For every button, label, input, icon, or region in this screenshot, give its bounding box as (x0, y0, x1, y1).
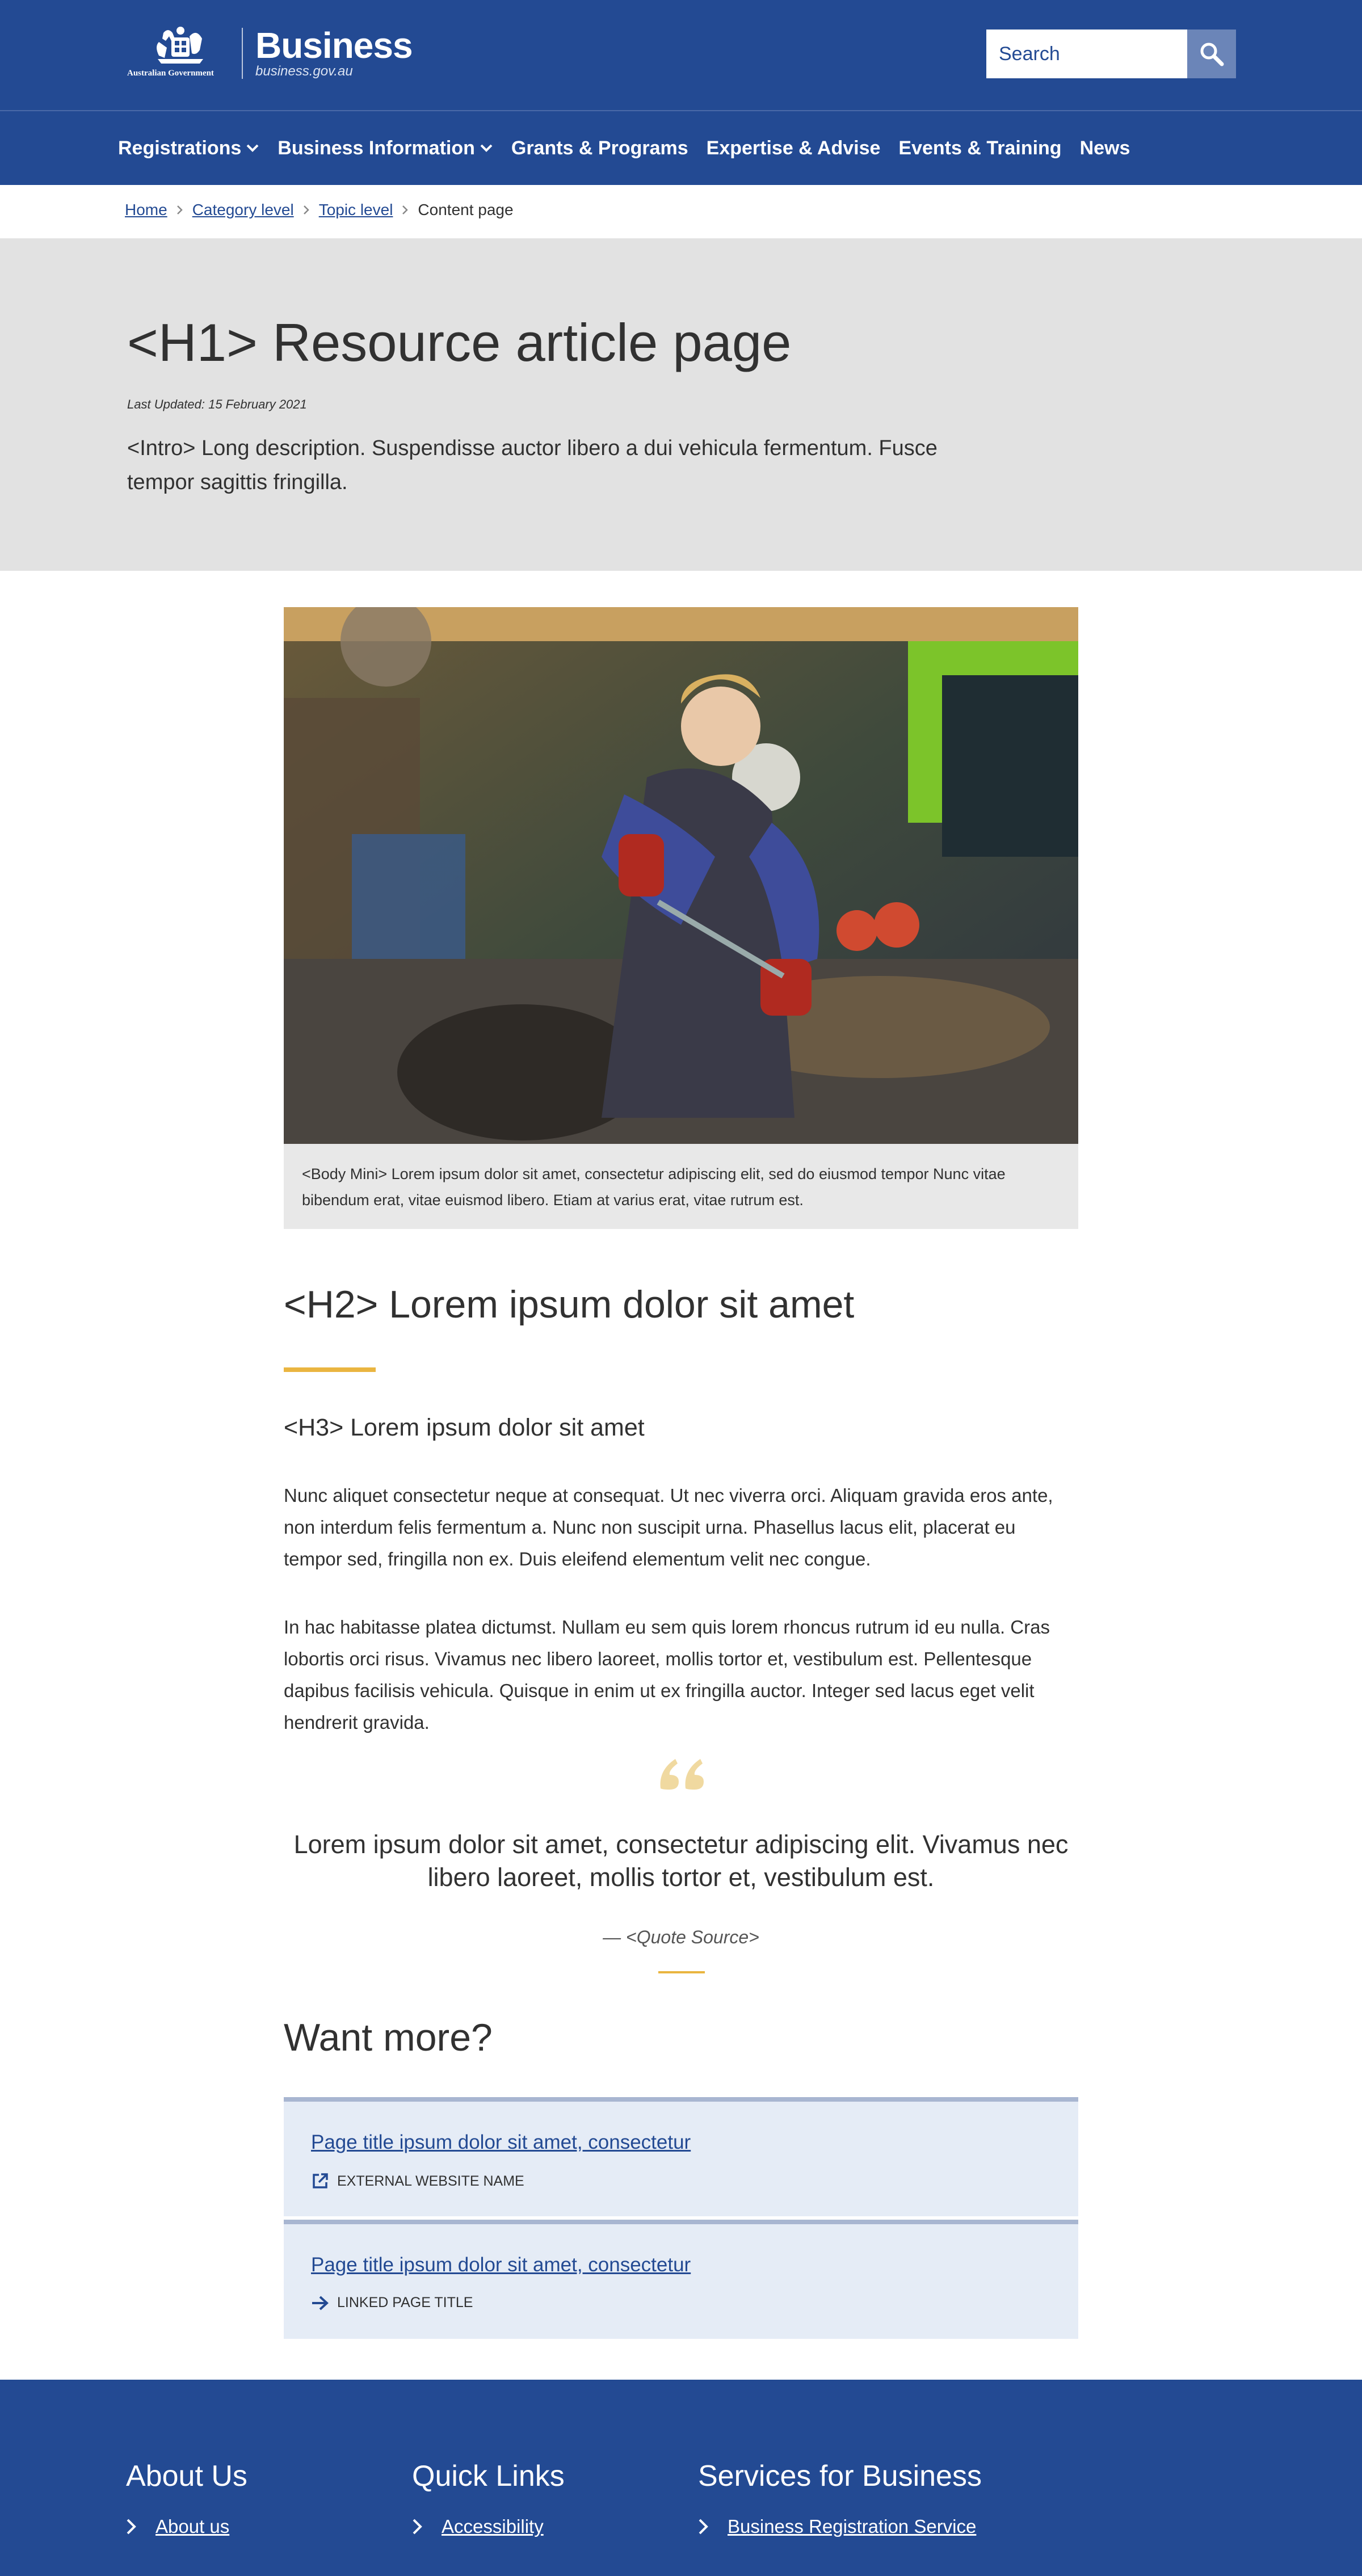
chevron-right-icon (402, 205, 409, 215)
nav-item-expertise-advise[interactable]: Expertise & Advise (707, 137, 881, 159)
nav-item-label: Grants & Programs (511, 137, 688, 159)
nav-item-events-training[interactable]: Events & Training (898, 137, 1061, 159)
chevron-right-icon (303, 205, 310, 215)
footer-link-label: Business Registration Service (728, 2516, 977, 2537)
nav-item-label: Events & Training (898, 137, 1062, 159)
want-more-heading: Want more? (284, 2016, 493, 2059)
hero-banner: <H1> Resource article page Last Updated:… (0, 238, 1362, 571)
related-link-meta: LINKED PAGE TITLE (311, 2295, 473, 2311)
footer-link-business-registration[interactable]: Business Registration Service (698, 2516, 982, 2537)
chevron-right-icon (699, 2519, 708, 2535)
search-button[interactable] (1187, 30, 1236, 78)
breadcrumb-current: Content page (418, 201, 514, 218)
related-link-card[interactable]: Page title ipsum dolor sit amet, consect… (284, 2097, 1078, 2216)
footer-link-about-us[interactable]: About us (126, 2516, 247, 2537)
quote-source: — <Quote Source> (603, 1927, 759, 1947)
last-updated: Last Updated: 15 February 2021 (127, 397, 307, 411)
article-image (284, 607, 1078, 1144)
breadcrumb-category-link[interactable]: Category level (192, 201, 294, 219)
subsection-heading: <H3> Lorem ipsum dolor sit amet (284, 1414, 645, 1441)
quote-accent-rule (658, 1971, 705, 1973)
related-link-title[interactable]: Page title ipsum dolor sit amet, consect… (311, 2254, 691, 2276)
nav-item-registrations[interactable]: Registrations (118, 137, 259, 159)
footer-column-services: Services for Business Business Registrat… (698, 2459, 982, 2537)
pull-quote: Lorem ipsum dolor sit amet, consectetur … (293, 1830, 1069, 1892)
chevron-right-icon (176, 205, 183, 215)
nav-item-business-information[interactable]: Business Information (278, 137, 493, 159)
search-bar (986, 30, 1236, 78)
footer-heading: About Us (126, 2460, 247, 2493)
chevron-down-icon (246, 144, 259, 152)
nav-item-label: News (1079, 137, 1130, 159)
site-logo[interactable]: Australian Government Business business.… (124, 25, 413, 82)
footer-link-label: Accessibility (442, 2516, 544, 2537)
heading-accent-rule (284, 1367, 376, 1372)
chevron-down-icon (480, 144, 493, 152)
external-link-icon (313, 2173, 328, 2188)
brand-name: Business (255, 25, 413, 66)
body-paragraph: In hac habitasse platea dictumst. Nullam… (284, 1617, 1050, 1733)
nav-item-grants-programs[interactable]: Grants & Programs (511, 137, 688, 159)
footer-column-quick-links: Quick Links Accessibility (412, 2459, 565, 2537)
related-link-source: EXTERNAL WEBSITE NAME (337, 2173, 524, 2189)
search-icon (1200, 43, 1224, 66)
related-link-title[interactable]: Page title ipsum dolor sit amet, consect… (311, 2131, 691, 2154)
nav-item-label: Business Information (278, 137, 475, 159)
page-title: <H1> Resource article page (127, 313, 792, 372)
government-label: Australian Government (127, 69, 214, 78)
footer-link-label: About us (155, 2516, 230, 2537)
nav-item-label: Expertise & Advise (706, 137, 881, 159)
breadcrumb-topic-link[interactable]: Topic level (319, 201, 393, 219)
footer-column-about: About Us About us (126, 2459, 247, 2537)
nav-item-label: Registrations (118, 137, 242, 159)
site-footer: About Us About us Quick Links Accessibil… (0, 2380, 1362, 2576)
chevron-right-icon (127, 2519, 136, 2535)
brand-url: business.gov.au (255, 64, 353, 79)
nav-item-news[interactable]: News (1080, 137, 1130, 159)
section-heading: <H2> Lorem ipsum dolor sit amet (284, 1283, 855, 1326)
image-caption: <Body Mini> Lorem ipsum dolor sit amet, … (284, 1144, 1078, 1229)
related-link-meta: EXTERNAL WEBSITE NAME (311, 2172, 524, 2190)
footer-heading: Quick Links (412, 2460, 565, 2493)
chevron-right-icon (413, 2519, 422, 2535)
coat-of-arms-icon: Australian Government (124, 25, 237, 82)
main-nav: Registrations Business Information Grant… (0, 110, 1362, 185)
site-header: Australian Government Business business.… (0, 0, 1362, 110)
footer-link-accessibility[interactable]: Accessibility (412, 2516, 565, 2537)
related-link-card[interactable]: Page title ipsum dolor sit amet, consect… (284, 2220, 1078, 2339)
arrow-right-icon (312, 2296, 329, 2310)
logo-divider (242, 28, 243, 79)
intro-text: <Intro> Long description. Suspendisse au… (127, 436, 938, 494)
search-input[interactable] (986, 30, 1187, 78)
related-link-source: LINKED PAGE TITLE (337, 2295, 473, 2310)
quote-mark-icon (658, 1757, 706, 1791)
footer-heading: Services for Business (698, 2460, 982, 2493)
breadcrumb-home-link[interactable]: Home (125, 201, 167, 219)
brand-block: Business business.gov.au (255, 27, 413, 79)
body-paragraph: Nunc aliquet consectetur neque at conseq… (284, 1485, 1053, 1569)
breadcrumb: Home Category level Topic level Content … (125, 200, 514, 220)
